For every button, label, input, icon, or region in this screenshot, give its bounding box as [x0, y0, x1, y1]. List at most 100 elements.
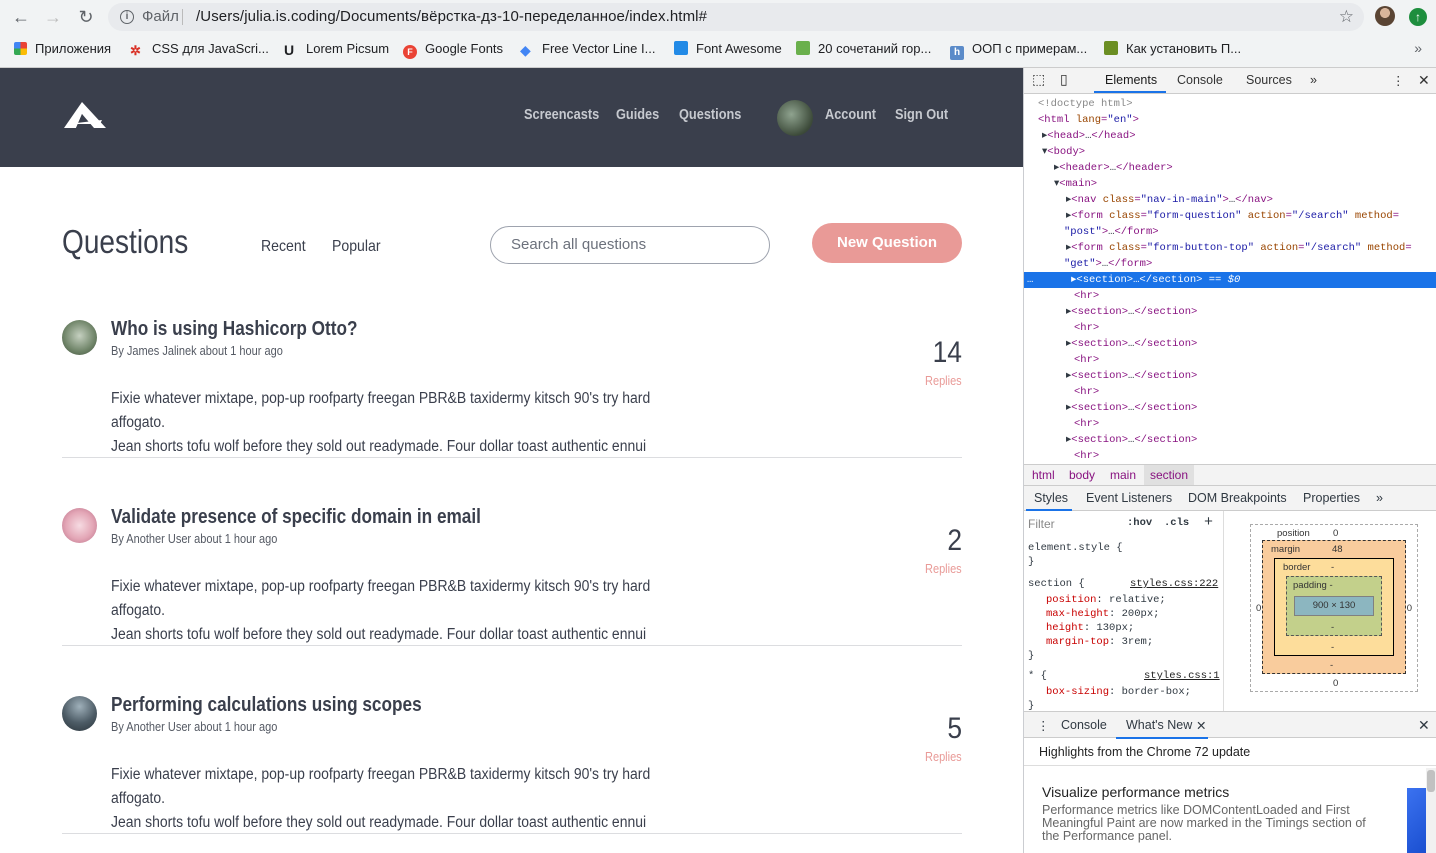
crumb-body[interactable]: body — [1069, 468, 1095, 482]
avatar[interactable] — [777, 100, 813, 136]
bookmark-install[interactable]: Как установить П... — [1104, 40, 1241, 58]
question-meta: By James Jalinek about 1 hour ago — [111, 344, 283, 358]
nav-screencasts[interactable]: Screencasts — [524, 107, 599, 123]
styles-tabbar: Styles Event Listeners DOM Breakpoints P… — [1024, 486, 1436, 511]
question-title[interactable]: Performing calculations using scopes — [111, 694, 422, 717]
more-tabs-icon[interactable]: » — [1310, 73, 1317, 87]
avatar[interactable] — [62, 508, 97, 543]
drawer-tab-whats-new[interactable]: What's New — [1126, 718, 1192, 732]
bookmark-apps[interactable]: Приложения — [14, 40, 111, 58]
avatar[interactable] — [62, 696, 97, 731]
dom-tree[interactable]: <!doctype html> <html lang="en"> ▸<head>… — [1024, 94, 1436, 464]
crumb-main[interactable]: main — [1110, 468, 1136, 482]
info-icon[interactable]: i — [120, 10, 134, 24]
bookmark-font-awesome[interactable]: Font Awesome — [674, 40, 782, 58]
question-title[interactable]: Who is using Hashicorp Otto? — [111, 318, 358, 341]
divider — [62, 833, 962, 834]
scrollbar[interactable] — [1426, 768, 1436, 853]
search-input[interactable]: Search all questions — [490, 226, 770, 264]
combo-icon — [796, 41, 810, 55]
question-item: Performing calculations using scopes By … — [62, 694, 962, 853]
box-model-diagram: position 0 0 0 0 margin 48 - border - - … — [1250, 524, 1418, 692]
tab-event-listeners[interactable]: Event Listeners — [1086, 491, 1172, 505]
content-box: 900 × 130 — [1294, 596, 1374, 616]
picsum-icon: U — [284, 42, 295, 58]
close-drawer-icon[interactable]: ✕ — [1418, 717, 1430, 734]
close-tab-icon[interactable]: ✕ — [1196, 718, 1206, 733]
reply-count: 14 — [932, 336, 962, 369]
back-icon[interactable]: ← — [10, 6, 32, 28]
nav-questions[interactable]: Questions — [679, 107, 741, 123]
update-icon[interactable]: ↑ — [1409, 8, 1427, 26]
nav-sign-out[interactable]: Sign Out — [895, 107, 948, 123]
forward-icon[interactable]: → — [42, 6, 64, 28]
menu-icon[interactable]: ⋮ — [1392, 73, 1405, 88]
source-link[interactable]: styles.css:1 — [1144, 670, 1220, 682]
address-bar[interactable]: i Файл /Users/julia.is.coding/Documents/… — [108, 3, 1364, 31]
bookmarks-more-icon[interactable]: » — [1414, 40, 1422, 56]
question-item: Validate presence of specific domain in … — [62, 506, 962, 666]
question-meta: By Another User about 1 hour ago — [111, 720, 278, 734]
logo-icon[interactable] — [64, 100, 106, 130]
google-fonts-icon: F — [403, 45, 417, 59]
feature-image — [1407, 788, 1426, 853]
profile-avatar[interactable] — [1375, 6, 1395, 26]
question-item: Who is using Hashicorp Otto? By James Ja… — [62, 318, 962, 478]
bookmark-google-fonts[interactable]: F Google Fonts — [403, 40, 503, 59]
install-icon — [1104, 41, 1118, 55]
tab-styles[interactable]: Styles — [1034, 491, 1068, 505]
devtools-tabbar: ⬚ ▯ Elements Console Sources » ⋮ ✕ — [1024, 68, 1436, 94]
tab-elements[interactable]: Elements — [1105, 73, 1157, 87]
inspect-icon[interactable]: ⬚ — [1032, 71, 1045, 88]
hov-toggle[interactable]: :hov — [1127, 517, 1152, 529]
avatar[interactable] — [62, 320, 97, 355]
flag-icon — [674, 41, 688, 55]
tab-dom-breakpoints[interactable]: DOM Breakpoints — [1188, 491, 1287, 505]
crumb-section[interactable]: section — [1144, 465, 1195, 485]
file-label: Файл — [142, 8, 179, 25]
bookmark-lorem-picsum[interactable]: U Lorem Picsum — [284, 40, 389, 58]
reload-icon[interactable]: ↻ — [75, 6, 97, 28]
drawer-menu-icon[interactable]: ⋮ — [1037, 718, 1050, 733]
whats-new-title[interactable]: Visualize performance metrics — [1042, 784, 1229, 800]
bookmark-css[interactable]: ✲ CSS для JavaScri... — [130, 40, 269, 58]
filter-input[interactable]: Filter — [1028, 517, 1118, 531]
question-body: Fixie whatever mixtape, pop-up roofparty… — [111, 390, 651, 455]
question-title[interactable]: Validate presence of specific domain in … — [111, 506, 481, 529]
tab-popular[interactable]: Popular — [332, 238, 381, 256]
tab-recent[interactable]: Recent — [261, 238, 306, 256]
question-body: Fixie whatever mixtape, pop-up roofparty… — [111, 766, 651, 831]
drawer-tab-console[interactable]: Console — [1061, 718, 1107, 732]
bookmark-star-icon[interactable]: ☆ — [1339, 3, 1354, 31]
bookmark-vector-line[interactable]: ◆ Free Vector Line I... — [520, 40, 655, 58]
divider — [1024, 765, 1436, 766]
whats-new-subtitle: Highlights from the Chrome 72 update — [1039, 745, 1251, 759]
crumb-html[interactable]: html — [1032, 468, 1055, 482]
browser-toolbar: ← → ↻ i Файл /Users/julia.is.coding/Docu… — [0, 0, 1436, 68]
css-icon: ✲ — [130, 43, 141, 58]
add-rule-icon[interactable]: + — [1204, 514, 1213, 531]
nav-guides[interactable]: Guides — [616, 107, 659, 123]
cls-toggle[interactable]: .cls — [1164, 517, 1189, 529]
selected-node[interactable]: … ▸<section>…</section> == $0 — [1024, 272, 1436, 288]
tab-console[interactable]: Console — [1177, 73, 1223, 87]
source-link[interactable]: styles.css:222 — [1130, 578, 1218, 590]
replies-label: Replies — [925, 562, 962, 576]
question-body: Fixie whatever mixtape, pop-up roofparty… — [111, 578, 651, 643]
close-icon[interactable]: ✕ — [1418, 72, 1430, 89]
h-icon: h — [950, 46, 964, 60]
url-text[interactable]: /Users/julia.is.coding/Documents/вёрстка… — [196, 3, 707, 31]
device-toggle-icon[interactable]: ▯ — [1060, 71, 1068, 88]
scrollbar-thumb[interactable] — [1427, 770, 1435, 792]
new-question-button[interactable]: New Question — [812, 223, 962, 263]
page-title: Questions — [62, 223, 189, 260]
whats-new-text: Performance metrics like DOMContentLoade… — [1042, 803, 1366, 843]
tab-properties[interactable]: Properties — [1303, 491, 1360, 505]
bookmark-combinations[interactable]: 20 сочетаний гор... — [796, 40, 931, 58]
bookmark-oop[interactable]: h ООП с примерам... — [950, 40, 1087, 60]
apps-icon — [14, 42, 27, 55]
replies-label: Replies — [925, 750, 962, 764]
more-subtabs-icon[interactable]: » — [1376, 491, 1383, 505]
nav-account[interactable]: Account — [825, 107, 876, 123]
tab-sources[interactable]: Sources — [1246, 73, 1292, 87]
